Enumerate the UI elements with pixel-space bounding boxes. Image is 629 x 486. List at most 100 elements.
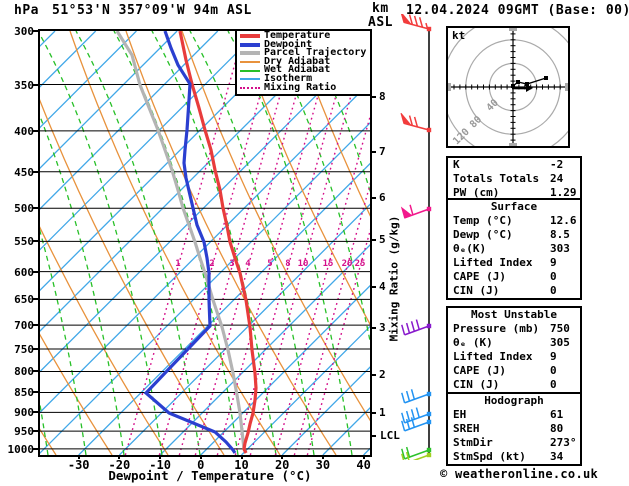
datetime-label: 12.04.2024 09GMT (Base: 00) xyxy=(406,3,629,18)
hodograph-box: kt 40 80 120 xyxy=(441,15,585,159)
pressure-tick-label: 500 xyxy=(14,202,34,216)
surface-row: CIN (J) 0 xyxy=(448,284,580,298)
mixing-ratio-label: 3 xyxy=(229,259,235,269)
mixing-ratio-label: 15 xyxy=(322,259,334,269)
surface-value: 12.6 xyxy=(550,214,577,227)
hodograph-row: EH 61 xyxy=(448,408,580,422)
km-tick xyxy=(370,286,376,288)
mixing-ratio-label: 8 xyxy=(285,259,291,269)
barb-feather xyxy=(413,116,419,128)
hodograph-border-tab xyxy=(565,83,568,91)
km-tick xyxy=(370,239,376,241)
skewt-sounding-app: hPa 51°53'N 357°09'W 94m ASL km ASL 12.0… xyxy=(0,0,629,486)
km-tick-label: 7 xyxy=(379,145,386,158)
hodograph-border-tab xyxy=(448,83,451,91)
km-tick-label: 6 xyxy=(379,191,386,204)
most-unstable-row: CAPE (J) 0 xyxy=(448,364,580,378)
most-unstable-value: 0 xyxy=(550,364,557,377)
hodograph-border-tab xyxy=(509,28,517,31)
mixing-ratio-label: 1 xyxy=(175,259,181,269)
hodograph-ring-label: 80 xyxy=(468,114,484,130)
hodograph-trace-point xyxy=(516,80,520,84)
barb-feather xyxy=(401,392,406,404)
wind-barb xyxy=(400,14,432,32)
most-unstable-label: CIN (J) xyxy=(453,378,500,391)
barb-feather xyxy=(415,319,420,330)
surface-label: Temp (°C) xyxy=(453,214,513,227)
pressure-unit-label: hPa xyxy=(14,3,39,18)
barb-feather xyxy=(413,15,419,27)
most-unstable-label: Pressure (mb) xyxy=(453,322,540,335)
barb-feather xyxy=(415,407,420,418)
most-unstable-value: 305 xyxy=(550,336,570,349)
stats-label: K xyxy=(453,158,460,171)
surface-row: θₑ(K) 303 xyxy=(448,242,580,256)
km-tick-label: 4 xyxy=(379,280,386,293)
storm-motion-arrow-head xyxy=(526,84,533,92)
most-unstable-value: 9 xyxy=(550,350,557,363)
wind-barb xyxy=(401,407,432,424)
pressure-tick-label: 650 xyxy=(14,293,34,307)
hodograph-label: EH xyxy=(453,408,467,421)
pressure-tick-label: 950 xyxy=(14,425,34,439)
mixing-ratio-label: 10 xyxy=(297,259,309,269)
hodograph-row: SREH 80 xyxy=(448,422,580,436)
pressure-tick xyxy=(33,30,38,32)
hodograph-value: 273° xyxy=(550,436,577,449)
credit-text: © weatheronline.co.uk xyxy=(440,467,599,481)
surface-value: 0 xyxy=(550,284,557,297)
wet-adiabat-line xyxy=(40,114,125,455)
km-tick-label: 5 xyxy=(379,233,386,246)
hodograph-unit-label: kt xyxy=(452,29,466,42)
barb-feather xyxy=(405,390,411,402)
km-tick xyxy=(370,96,376,98)
wind-barb xyxy=(400,204,432,219)
barb-station-dot xyxy=(426,206,432,212)
surface-value: 303 xyxy=(550,242,570,255)
pressure-tick-label: 450 xyxy=(14,165,34,179)
temperature-axis-title: Dewpoint / Temperature (°C) xyxy=(108,468,312,483)
stats-row: K -2 xyxy=(448,158,580,172)
isotherm-line xyxy=(40,31,137,129)
stats-label: Totals Totals xyxy=(453,172,540,185)
most-unstable-label: CAPE (J) xyxy=(453,364,506,377)
surface-value: 8.5 xyxy=(550,228,570,241)
wet-adiabat-swatch xyxy=(240,69,260,72)
pressure-tick xyxy=(33,430,38,433)
surface-label: θₑ(K) xyxy=(453,242,487,255)
wind-barb xyxy=(401,319,432,336)
km-tick xyxy=(370,327,376,329)
km-tick xyxy=(370,151,376,153)
stats-row: Totals Totals 24 xyxy=(448,172,580,186)
pressure-tick xyxy=(33,240,38,243)
stats-value: 24 xyxy=(550,172,564,185)
surface-label: CIN (J) xyxy=(453,284,500,297)
barb-station-dot xyxy=(426,411,432,417)
pressure-tick xyxy=(33,447,38,450)
km-tick xyxy=(370,412,376,414)
pressure-tick-label: 1000 xyxy=(7,442,35,456)
barb-station-dot xyxy=(426,127,432,133)
dewpoint-swatch xyxy=(240,42,260,47)
pressure-tick xyxy=(33,170,38,173)
wind-barb xyxy=(401,389,432,404)
surface-row: Lifted Index 9 xyxy=(448,256,580,270)
barb-feather xyxy=(410,321,416,332)
pressure-tick xyxy=(33,83,38,86)
surface-value: 9 xyxy=(550,256,557,269)
dry-adiabat-swatch xyxy=(240,61,260,64)
hodograph-label: StmSpd (kt) xyxy=(453,450,526,463)
km-tick-label: 2 xyxy=(379,368,386,381)
pressure-tick-label: 700 xyxy=(14,319,34,333)
surface-panel: Surface Temp (°C) 12.6 Dewp (°C) 8.5 θₑ(K) 303… xyxy=(446,198,582,300)
pressure-tick-label: 400 xyxy=(14,124,34,138)
pressure-tick xyxy=(33,207,38,210)
legend-box: Temperature Dewpoint Parcel Trajectory Dry … xyxy=(235,29,372,97)
pressure-tick xyxy=(33,298,38,301)
barb-station-dot xyxy=(426,452,432,458)
barb-feather xyxy=(405,322,411,334)
legend-label: Mixing Ratio xyxy=(264,81,337,93)
pressure-tick-label: 900 xyxy=(14,406,34,420)
isotherm-swatch xyxy=(240,78,260,81)
barb-station-dot xyxy=(426,323,432,329)
